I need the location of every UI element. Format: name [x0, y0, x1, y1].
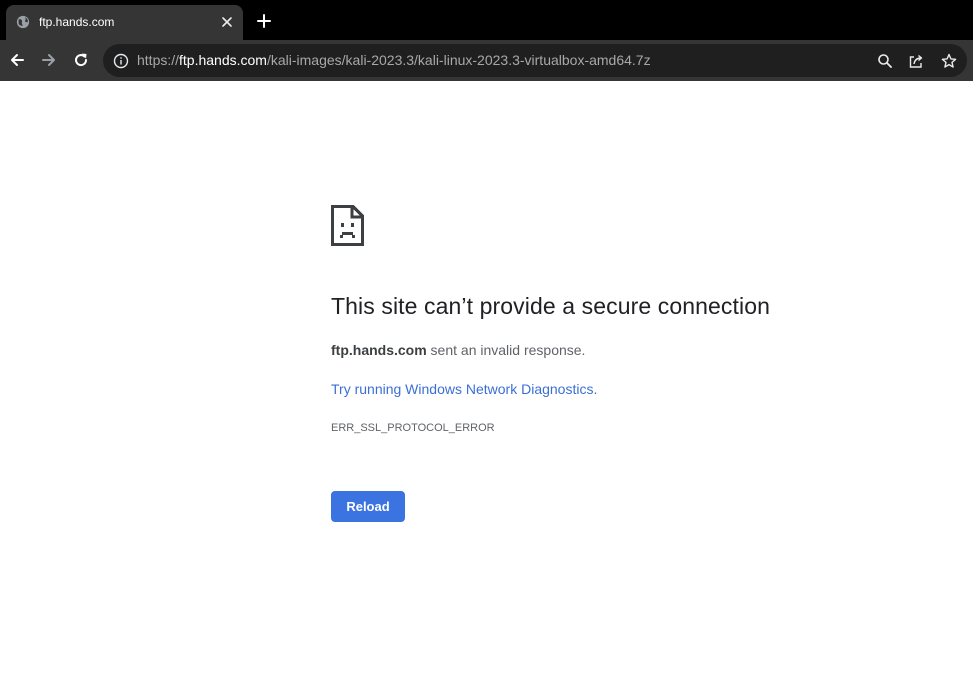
- arrow-left-icon[interactable]: [8, 51, 26, 69]
- url-text[interactable]: https://ftp.hands.com/kali-images/kali-2…: [137, 52, 651, 68]
- close-icon[interactable]: [220, 15, 234, 29]
- info-icon[interactable]: [113, 53, 129, 69]
- plus-icon[interactable]: [256, 13, 272, 29]
- share-icon[interactable]: [908, 53, 924, 69]
- url-scheme: https://: [137, 52, 180, 68]
- tab-strip: ftp.hands.com: [0, 0, 973, 40]
- error-summary-text: sent an invalid response.: [426, 342, 586, 358]
- browser-toolbar: https://ftp.hands.com/kali-images/kali-2…: [0, 40, 973, 81]
- url-host: ftp.hands.com: [179, 52, 267, 68]
- reload-icon[interactable]: [72, 51, 90, 69]
- tab-active[interactable]: ftp.hands.com: [6, 5, 243, 40]
- globe-icon: [16, 15, 30, 29]
- error-host: ftp.hands.com: [331, 342, 427, 358]
- url-path: /kali-images/kali-2023.3/kali-linux-2023…: [266, 52, 651, 68]
- sad-page-icon: [331, 205, 364, 246]
- reload-button[interactable]: Reload: [331, 491, 405, 522]
- arrow-right-icon[interactable]: [40, 51, 58, 69]
- diagnostics-period: .: [593, 381, 598, 397]
- error-heading: This site can’t provide a secure connect…: [331, 293, 770, 319]
- address-bar[interactable]: https://ftp.hands.com/kali-images/kali-2…: [103, 44, 967, 77]
- error-code: ERR_SSL_PROTOCOL_ERROR: [331, 422, 495, 434]
- error-summary: ftp.hands.com sent an invalid response.: [331, 342, 585, 358]
- search-icon[interactable]: [877, 53, 893, 69]
- tab-title: ftp.hands.com: [39, 15, 115, 29]
- error-page: This site can’t provide a secure connect…: [0, 81, 973, 688]
- star-icon[interactable]: [941, 53, 957, 69]
- diagnostics-line: Try running Windows Network Diagnostics.: [331, 381, 597, 397]
- diagnostics-link[interactable]: Try running Windows Network Diagnostics: [331, 381, 593, 397]
